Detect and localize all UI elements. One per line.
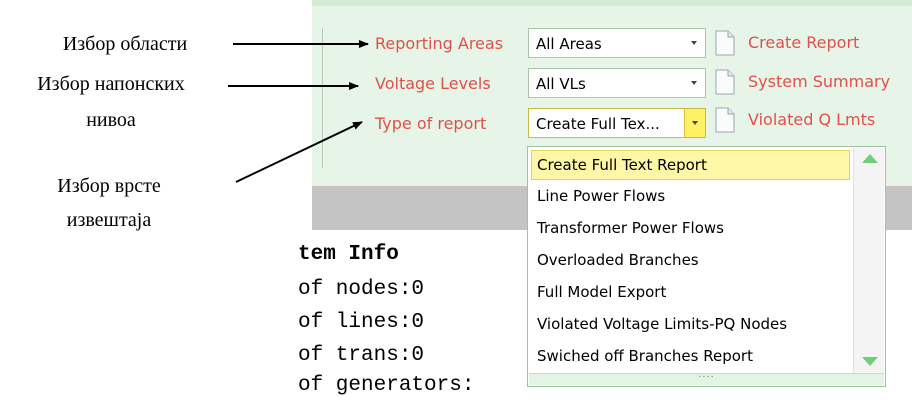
list-item[interactable]: Overloaded Branches — [531, 245, 850, 275]
resize-grip[interactable]: ···· — [529, 373, 884, 385]
chevron-down-icon[interactable] — [691, 81, 697, 85]
type-of-report-value: Create Full Tex... — [536, 115, 660, 133]
scroll-down-icon[interactable] — [862, 357, 878, 366]
dropdown-scrollbar[interactable] — [853, 148, 884, 374]
report-type-dropdown-list[interactable]: Create Full Text Report Line Power Flows… — [527, 146, 886, 387]
system-info-line: of trans:0 — [298, 344, 425, 367]
voltage-levels-value: All VLs — [536, 75, 586, 93]
list-item-label: Full Model Export — [537, 283, 667, 301]
annotation-report-line2: извештаја — [66, 209, 152, 231]
reporting-areas-label: Reporting Areas — [375, 34, 504, 53]
list-item[interactable]: Violated Voltage Limits-PQ Nodes — [531, 309, 850, 339]
list-item-label: Swiched off Branches Report — [537, 347, 753, 365]
list-item[interactable]: Full Model Export — [531, 277, 850, 307]
violated-q-lmts-label: Violated Q Lmts — [748, 110, 876, 129]
system-info-line: of lines:0 — [298, 311, 425, 334]
document-icon — [715, 30, 735, 56]
annotation-voltage-line2: нивоа — [86, 109, 136, 131]
list-item[interactable]: Transformer Power Flows — [531, 213, 850, 243]
annotation-voltage-line1: Избор напонских — [37, 73, 185, 95]
reporting-areas-value: All Areas — [536, 35, 602, 53]
create-report-button[interactable]: Create Report — [714, 29, 884, 57]
type-of-report-combo[interactable]: Create Full Tex... — [528, 108, 706, 138]
system-info-title: tem Info — [298, 243, 399, 266]
system-info-line: of generators: — [298, 374, 475, 397]
system-summary-button[interactable]: System Summary — [714, 68, 904, 96]
list-item-label: Transformer Power Flows — [537, 219, 724, 237]
ribbon-separator — [322, 28, 323, 168]
violated-q-lmts-button[interactable]: Violated Q Lmts — [714, 106, 904, 134]
dropdown-toggle-button[interactable] — [684, 109, 705, 137]
list-item[interactable]: Line Power Flows — [531, 181, 850, 211]
list-item-label: Violated Voltage Limits-PQ Nodes — [537, 315, 788, 333]
system-summary-label: System Summary — [748, 72, 891, 91]
chevron-down-icon — [692, 121, 698, 125]
list-item-label: Line Power Flows — [537, 187, 666, 205]
document-icon — [715, 69, 735, 95]
list-item-label: Overloaded Branches — [537, 251, 699, 269]
voltage-levels-label: Voltage Levels — [375, 74, 491, 93]
system-info-line: of nodes:0 — [298, 278, 425, 301]
type-of-report-label: Type of report — [375, 114, 487, 133]
reporting-areas-combo[interactable]: All Areas — [528, 28, 706, 58]
annotation-report-line1: Избор врсте — [57, 175, 161, 197]
voltage-levels-combo[interactable]: All VLs — [528, 68, 706, 98]
scroll-up-icon[interactable] — [862, 154, 878, 163]
list-item[interactable]: Create Full Text Report — [531, 150, 850, 180]
document-icon — [715, 107, 735, 133]
annotation-area: Избор области — [62, 33, 188, 55]
list-item-label: Create Full Text Report — [537, 156, 707, 174]
create-report-label: Create Report — [748, 33, 860, 52]
ribbon-top-strip — [312, 0, 912, 6]
list-item[interactable]: Swiched off Branches Report — [531, 341, 850, 371]
chevron-down-icon[interactable] — [691, 41, 697, 45]
